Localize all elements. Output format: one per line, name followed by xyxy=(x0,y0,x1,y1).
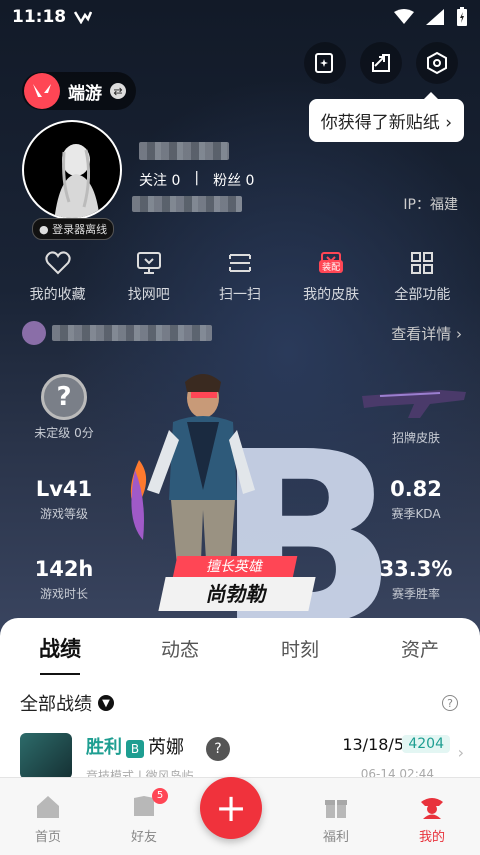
fans-stat[interactable]: 粉丝 0 xyxy=(213,170,254,190)
stat-kda: 0.82 赛季KDA xyxy=(390,477,442,521)
records-filter-label: 全部战绩 xyxy=(20,694,92,715)
tab-assets[interactable]: 资产 xyxy=(370,635,470,662)
action-my-skins[interactable]: 装配 我的皮肤 xyxy=(286,248,376,304)
best-hero-name: 尚勃勒 xyxy=(158,577,316,611)
ip-location: IP：福建 xyxy=(403,197,458,213)
stat-rank[interactable]: ? 未定级 0分 xyxy=(28,374,100,441)
match-result: 胜利 xyxy=(86,737,122,758)
gift-icon xyxy=(325,800,347,818)
tab-bar: 战绩 动态 时刻 资产 xyxy=(0,618,480,678)
account-avatar-blurred xyxy=(22,321,46,345)
wifi-icon xyxy=(394,9,414,24)
follow-stats: 关注 0 | 粉丝 0 xyxy=(139,170,254,190)
bottom-nav: 首页 5 好友 + 福利 我的 xyxy=(0,777,480,855)
username-blurred xyxy=(139,142,229,160)
status-bar: 11:18 xyxy=(0,0,480,34)
action-find-cafe[interactable]: 找网吧 xyxy=(104,248,194,304)
profile-icon xyxy=(421,798,443,819)
status-time: 11:18 xyxy=(12,7,67,27)
stat-signature-skin[interactable]: 招牌皮肤 xyxy=(376,425,456,446)
signature-skin-weapon xyxy=(362,390,466,418)
stat-level: Lv41 游戏等级 xyxy=(35,477,93,521)
match-grade: B xyxy=(126,740,144,758)
grid-icon xyxy=(411,252,434,274)
tab-feed[interactable]: 动态 xyxy=(130,635,230,662)
tooltip-text: 你获得了新贴纸 xyxy=(320,113,440,133)
friends-badge: 5 xyxy=(152,788,168,804)
account-name-blurred xyxy=(52,325,212,341)
scan-icon xyxy=(228,254,251,272)
quick-actions: 我的收藏 找网吧 扫一扫 装配 我的皮肤 全部功能 xyxy=(0,248,480,304)
nav-rewards[interactable]: 福利 xyxy=(296,792,376,845)
sticker-tooltip[interactable]: 你获得了新贴纸 › xyxy=(308,92,464,142)
nav-create[interactable]: + xyxy=(200,777,280,845)
chevron-right-icon: › xyxy=(445,113,452,133)
nav-home[interactable]: 首页 xyxy=(8,792,88,845)
chevron-right-icon: › xyxy=(457,743,464,762)
view-detail-link[interactable]: 查看详情 › xyxy=(391,323,462,344)
records-filter[interactable]: 全部战绩 ▼ ? xyxy=(20,690,458,716)
plus-icon[interactable]: + xyxy=(200,777,262,839)
account-detail-row[interactable]: 查看详情 › xyxy=(22,318,462,348)
sparkle-card-icon xyxy=(315,53,333,73)
unranked-icon: ? xyxy=(41,374,87,420)
agent-name: 芮娜 xyxy=(148,737,184,758)
stat-playtime: 142h 游戏时长 xyxy=(34,557,94,601)
tab-records[interactable]: 战绩 xyxy=(10,633,110,675)
settings-button[interactable] xyxy=(416,42,458,84)
tab-moments[interactable]: 时刻 xyxy=(250,635,350,662)
top-actions xyxy=(304,42,458,84)
profile-hero: 11:18 你获得了新贴纸 › 端游 ⇄ ● 登录器离线 关注 0 | 粉丝 0… xyxy=(0,0,480,640)
home-icon xyxy=(37,796,59,818)
valorant-logo-icon xyxy=(24,73,60,109)
share-button[interactable] xyxy=(360,42,402,84)
follow-stat[interactable]: 关注 0 xyxy=(139,170,180,190)
game-name: 端游 xyxy=(68,83,102,104)
match-score: 4204 xyxy=(402,735,450,753)
avatar[interactable] xyxy=(22,120,122,220)
match-kda: 13/18/5 xyxy=(342,735,404,754)
records-panel: 战绩 动态 时刻 资产 全部战绩 ▼ ? 胜利 B 芮娜? 13/18/5 4204… xyxy=(0,618,480,779)
chevron-down-icon: ▼ xyxy=(98,695,114,711)
sticker-button[interactable] xyxy=(304,42,346,84)
record-row[interactable]: 胜利 B 芮娜? 13/18/5 4204 竞技模式 | 微风岛屿 06-14 02… xyxy=(20,733,464,779)
agent-portrait xyxy=(20,733,72,779)
swap-icon: ⇄ xyxy=(110,83,126,99)
action-scan[interactable]: 扫一扫 xyxy=(195,248,285,304)
signature-blurred xyxy=(132,196,242,212)
stat-divider: | xyxy=(194,170,200,186)
share-icon xyxy=(372,54,390,72)
action-all-features[interactable]: 全部功能 xyxy=(377,248,467,304)
signal-icon xyxy=(426,9,444,25)
game-switcher[interactable]: 端游 ⇄ xyxy=(22,72,136,110)
nav-profile[interactable]: 我的 xyxy=(392,792,472,845)
heart-icon xyxy=(45,251,71,275)
equip-badge: 装配 xyxy=(319,260,344,273)
best-hero-label: 擅长英雄 xyxy=(172,556,298,578)
app-notification-icon xyxy=(74,11,93,24)
help-circle-icon[interactable]: ? xyxy=(206,737,230,761)
action-favorites[interactable]: 我的收藏 xyxy=(13,248,103,304)
nav-friends[interactable]: 5 好友 xyxy=(104,788,184,845)
login-status-badge: ● 登录器离线 xyxy=(32,218,115,240)
gear-icon xyxy=(427,51,447,75)
battery-icon xyxy=(457,7,467,26)
help-icon[interactable]: ? xyxy=(442,695,458,711)
monitor-icon xyxy=(136,252,161,274)
stat-winrate: 33.3% 赛季胜率 xyxy=(379,557,453,601)
